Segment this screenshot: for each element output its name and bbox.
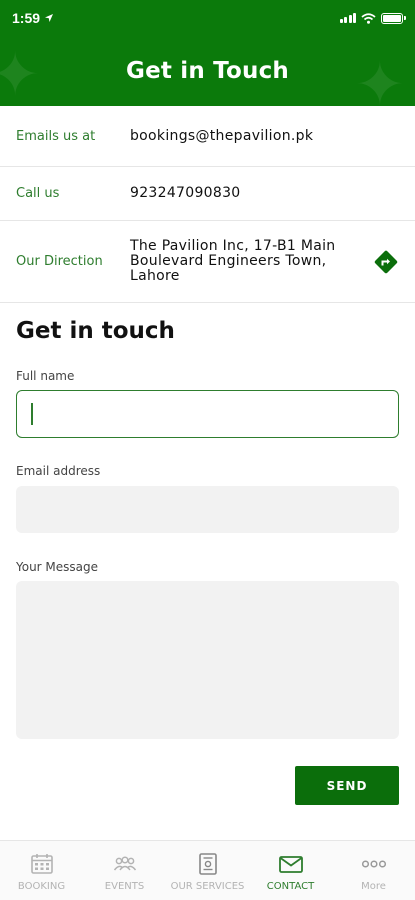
wifi-icon (361, 12, 376, 24)
tab-booking[interactable]: BOOKING (0, 841, 83, 900)
tab-label: EVENTS (104, 881, 145, 892)
directions-icon (374, 250, 398, 273)
message-label: Your Message (16, 560, 99, 574)
send-button[interactable]: SEND (295, 766, 399, 805)
tab-our-services[interactable]: OUR SERVICES (166, 841, 249, 900)
tab-label: OUR SERVICES (170, 881, 245, 892)
status-bar: 1:59 (12, 8, 406, 28)
mail-icon (278, 851, 304, 877)
bottom-tab-bar: BOOKING EVENTS OUR SERVICES CONTACT More (0, 840, 415, 900)
email-label: Emails us at (16, 128, 96, 144)
address-line: Boulevard Engineers Town, (130, 253, 327, 269)
message-textarea[interactable] (16, 581, 399, 739)
more-icon (361, 851, 387, 877)
phone-row[interactable]: Call us 923247090830 (0, 167, 415, 221)
tab-more[interactable]: More (332, 841, 415, 900)
direction-address: The Pavilion Inc, 17-B1 Main Boulevard E… (130, 239, 335, 284)
email-value[interactable]: bookings@thepavilion.pk (130, 128, 313, 144)
full-name-label: Full name (16, 369, 75, 383)
phone-label: Call us (16, 186, 60, 201)
tab-contact[interactable]: CONTACT (249, 841, 332, 900)
battery-icon (381, 12, 406, 24)
calendar-icon (30, 851, 54, 877)
tab-label: BOOKING (17, 881, 66, 892)
email-address-input[interactable] (16, 486, 399, 533)
address-line: Lahore (130, 268, 180, 284)
app-header: ✦ ✦ 1:59 Get in Touch (0, 0, 415, 106)
form-title: Get in touch (16, 318, 175, 344)
tab-events[interactable]: EVENTS (83, 841, 166, 900)
page-title: Get in Touch (126, 58, 289, 84)
email-address-label: Email address (16, 464, 101, 478)
full-name-input[interactable] (16, 390, 399, 438)
phone-value[interactable]: 923247090830 (130, 186, 241, 201)
status-time: 1:59 (12, 10, 41, 26)
text-cursor (31, 403, 33, 425)
email-row[interactable]: Emails us at bookings@thepavilion.pk (0, 106, 415, 167)
people-icon (112, 851, 138, 877)
cellular-signal-icon (339, 13, 356, 23)
location-arrow-icon (45, 14, 54, 22)
address-line: The Pavilion Inc, 17-B1 Main (130, 238, 336, 254)
services-icon (198, 851, 218, 877)
direction-label: Our Direction (16, 254, 103, 269)
direction-row[interactable]: Our Direction The Pavilion Inc, 17-B1 Ma… (0, 221, 415, 303)
directions-button[interactable] (373, 249, 399, 275)
tab-label: CONTACT (266, 881, 315, 892)
tab-label: More (361, 881, 386, 892)
